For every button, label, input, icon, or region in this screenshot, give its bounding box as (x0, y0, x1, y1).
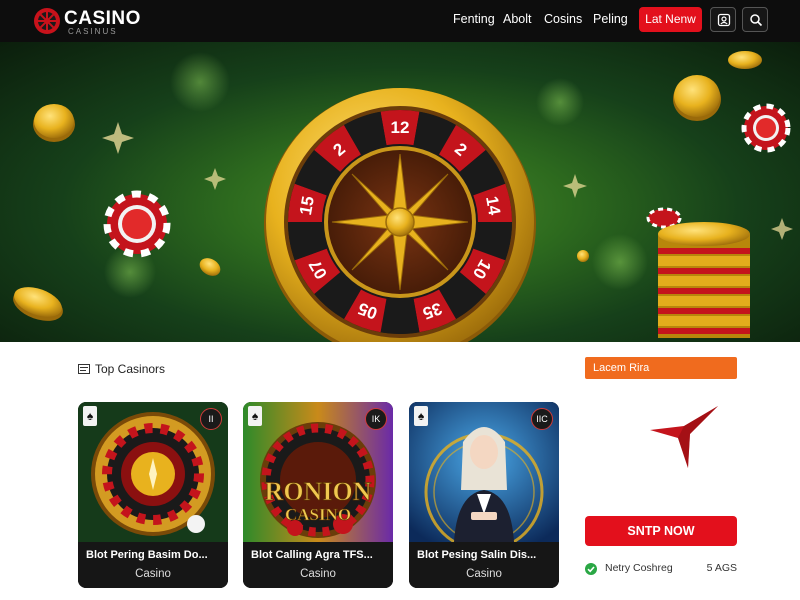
nav-link-3[interactable]: Cosins (544, 12, 582, 26)
card-title: Blot Pering Basim Do... (86, 549, 208, 561)
card-footer: Blot Calling Agra TFS... Casino (243, 542, 393, 588)
search-button[interactable] (742, 7, 768, 32)
casino-card[interactable]: ♠ II Blot Pering Basim Do... Casino (78, 402, 228, 588)
check-icon (585, 563, 597, 575)
casino-card[interactable]: RONION CASINO ♠ IK Blot Calling Agra TFS… (243, 402, 393, 588)
red-casino-chip (646, 207, 682, 229)
sparkle-icon (102, 122, 134, 154)
wheel-number: 15 (296, 195, 318, 217)
spade-icon: ♠ (414, 406, 428, 426)
promo-pill[interactable]: Lacem Rira (585, 357, 737, 379)
status-row: Netry Coshreg 5 AGS (585, 562, 737, 578)
card-title: Blot Calling Agra TFS... (251, 549, 373, 561)
bokeh-light (170, 52, 230, 112)
roulette-wheel: 1221410350507152 (264, 88, 536, 342)
card-footer: Blot Pering Basim Do... Casino (78, 542, 228, 588)
casino-card[interactable]: ♠ IIC Blot Pesing Salin Dis... Casino (409, 402, 559, 588)
account-button[interactable] (710, 7, 736, 32)
sparkle-icon (204, 168, 226, 190)
nav-link-2[interactable]: Abolt (503, 12, 532, 26)
gold-chip (13, 287, 63, 321)
bokeh-light (592, 234, 648, 290)
card-art-subtitle: CASINO (285, 505, 351, 524)
nav-link-4[interactable]: Peling (593, 12, 628, 26)
card-category: Casino (135, 568, 171, 580)
bokeh-light (536, 78, 584, 126)
wheel-pocket (380, 298, 420, 334)
status-label: Netry Coshreg (605, 562, 673, 574)
red-casino-chip (103, 190, 171, 258)
logo-subtitle: CASINUS (68, 27, 118, 36)
spade-icon: ♠ (83, 406, 97, 426)
card-footer: Blot Pesing Salin Dis... Casino (409, 542, 559, 588)
sparkle-icon (563, 174, 587, 198)
main-content: Top Casinors ♠ II Blot Pering Basim Do..… (0, 342, 800, 600)
list-icon (78, 364, 90, 374)
card-category: Casino (466, 568, 502, 580)
nav-link-1[interactable]: Fenting (453, 12, 495, 26)
card-badge: IIC (531, 408, 553, 430)
search-icon (750, 14, 763, 27)
card-badge: II (200, 408, 222, 430)
gold-chip (728, 51, 762, 69)
gold-chip-stack (658, 222, 750, 338)
hero-illustration: 1221410350507152 (13, 51, 793, 342)
red-star-icon (650, 406, 718, 468)
header-cta-button[interactable]: Lat Nenw (639, 7, 702, 32)
sparkle-icon (771, 218, 793, 240)
red-casino-chip (741, 103, 791, 153)
card-title: Blot Pesing Salin Dis... (417, 549, 537, 561)
wheel-number: 12 (391, 118, 410, 137)
card-category: Casino (300, 568, 336, 580)
site-logo[interactable]: CASINO CASINUS (30, 4, 150, 38)
roulette-logo-icon (34, 8, 60, 34)
account-icon (717, 13, 731, 27)
sign-up-button[interactable]: SNTP NOW (585, 516, 737, 546)
card-badge: IK (365, 408, 387, 430)
gold-chip (673, 75, 721, 121)
gold-chip (33, 104, 75, 142)
spade-icon: ♠ (248, 406, 262, 426)
gold-chip (199, 258, 221, 276)
site-header: CASINO CASINUS Fenting Abolt Cosins Peli… (0, 0, 800, 42)
hero-banner: 12 2 14 10 35 05 07 15 2 (0, 42, 800, 342)
gold-chip (577, 250, 589, 262)
wheel-number: 14 (482, 195, 504, 217)
section-title: Top Casinors (95, 362, 166, 376)
status-value: 5 AGS (706, 562, 737, 574)
card-art-title: RONION (265, 477, 372, 506)
